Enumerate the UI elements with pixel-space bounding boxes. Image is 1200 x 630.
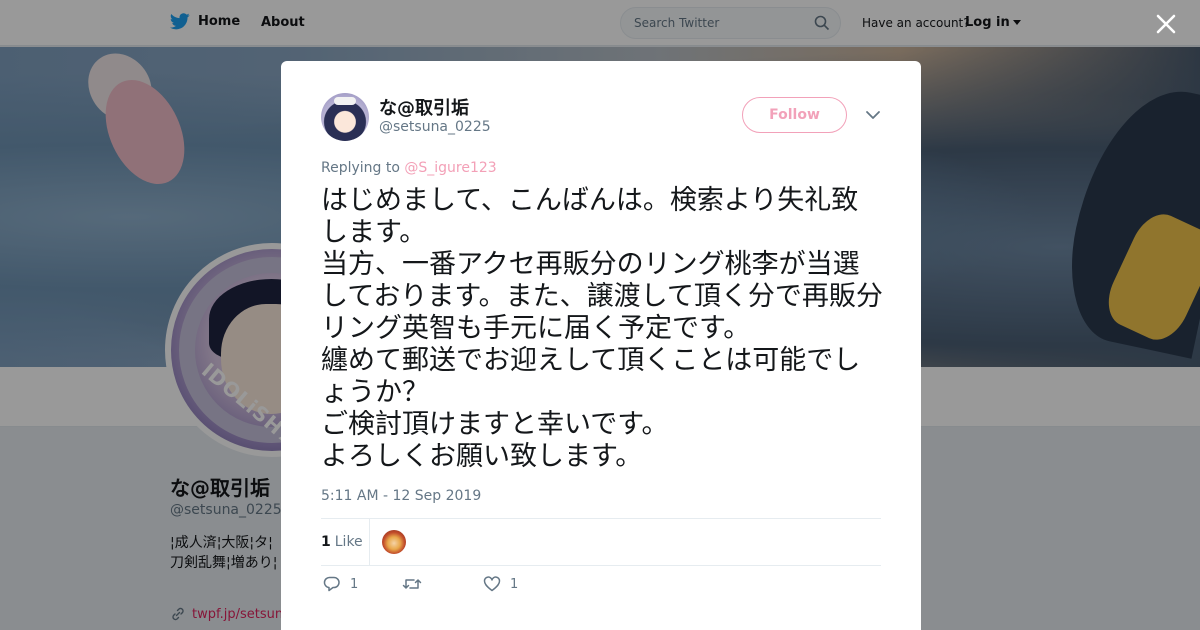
tweet-author-handle[interactable]: @setsuna_0225 bbox=[379, 119, 491, 135]
replying-to-link[interactable]: @S_igure123 bbox=[404, 160, 496, 176]
tweet-stats: 1 Like bbox=[321, 518, 881, 566]
liker-avatar[interactable] bbox=[382, 530, 406, 554]
reply-button[interactable]: 1 bbox=[323, 575, 358, 593]
replying-to: Replying to @S_igure123 bbox=[321, 160, 497, 176]
reply-icon bbox=[323, 576, 340, 592]
like-button[interactable]: 1 bbox=[483, 575, 518, 593]
close-icon[interactable] bbox=[1154, 12, 1178, 36]
retweet-icon bbox=[402, 579, 422, 589]
tweet-modal: な@取引垢 @setsuna_0225 Follow Replying to @… bbox=[281, 61, 921, 630]
reply-count: 1 bbox=[350, 576, 359, 592]
like-label: Like bbox=[334, 534, 363, 550]
tweet-text: はじめまして、こんばんは。検索より失礼致します。 当方、一番アクセ再販分のリング… bbox=[321, 185, 883, 472]
tweet-author-name[interactable]: な@取引垢 bbox=[379, 94, 469, 120]
avatar-hat bbox=[334, 97, 356, 105]
tweet-author-avatar[interactable] bbox=[321, 93, 369, 141]
tweet-actions: 1 1 bbox=[321, 575, 621, 597]
follow-button[interactable]: Follow bbox=[742, 97, 847, 133]
tweet-timestamp[interactable]: 5:11 AM - 12 Sep 2019 bbox=[321, 488, 481, 504]
retweet-button[interactable] bbox=[402, 575, 431, 593]
chevron-down-icon[interactable] bbox=[864, 108, 882, 122]
heart-icon bbox=[483, 576, 501, 592]
favorite-count: 1 bbox=[510, 576, 519, 592]
replying-prefix: Replying to bbox=[321, 160, 400, 176]
likes-stat[interactable]: 1 Like bbox=[321, 534, 363, 550]
like-count: 1 bbox=[321, 534, 331, 550]
stats-divider bbox=[369, 519, 370, 565]
